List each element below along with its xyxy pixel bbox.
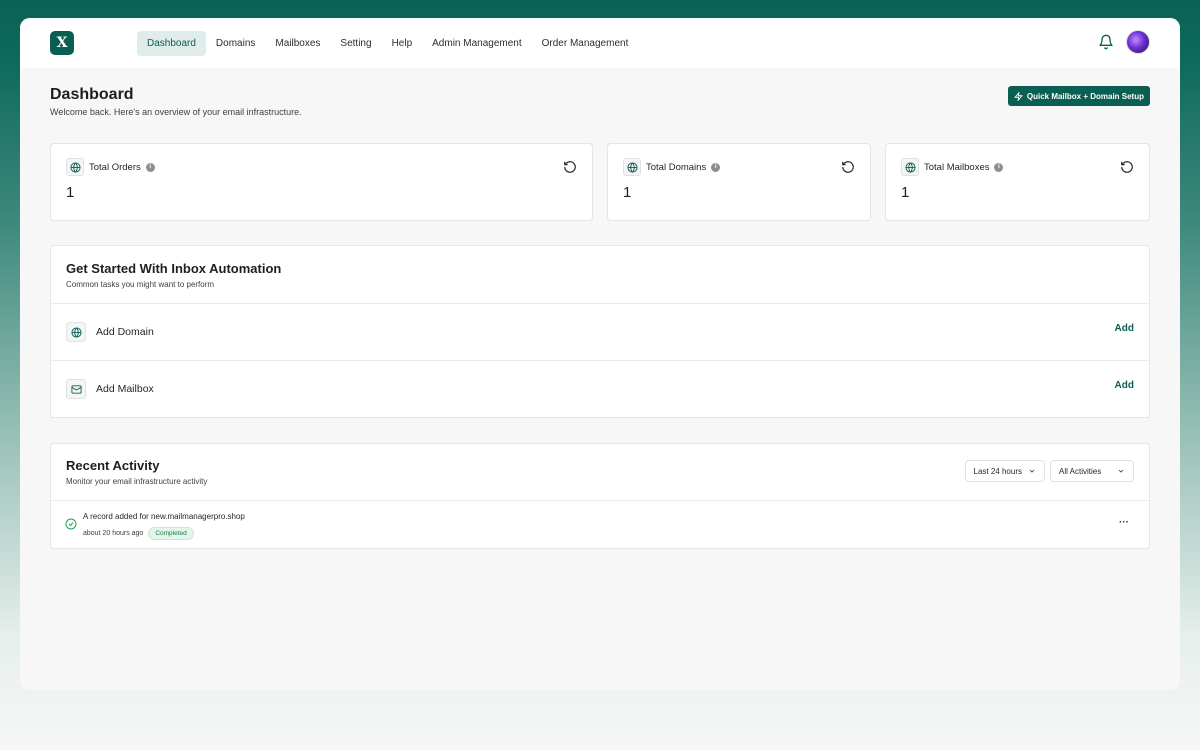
- page-header: Dashboard Welcome back. Here's an overvi…: [50, 86, 1150, 117]
- stat-value: 1: [901, 184, 910, 201]
- get-started-subtitle: Common tasks you might want to perform: [66, 280, 215, 289]
- globe-icon: [623, 158, 641, 176]
- topbar-actions: [1098, 30, 1150, 54]
- activity-type-select[interactable]: All Activities: [1050, 460, 1134, 482]
- recent-activity-title: Recent Activity: [66, 458, 160, 473]
- activity-time: about 20 hours ago: [83, 530, 144, 537]
- task-label: Add Domain: [96, 326, 154, 338]
- stats-row: Total Orders i 1 Total Domains i 1 Total…: [50, 143, 1150, 221]
- check-circle-icon: [65, 518, 77, 530]
- nav-domains[interactable]: Domains: [206, 31, 265, 56]
- time-filter-select[interactable]: Last 24 hours: [964, 460, 1045, 482]
- more-options-icon[interactable]: ···: [1119, 517, 1129, 528]
- get-started-panel: Get Started With Inbox Automation Common…: [50, 245, 1150, 418]
- stat-value: 1: [66, 184, 75, 201]
- stat-value: 1: [623, 184, 632, 201]
- info-icon[interactable]: i: [994, 162, 1004, 172]
- refresh-icon[interactable]: [1120, 160, 1134, 174]
- chevron-down-icon: [1118, 469, 1124, 473]
- status-badge: Completed: [148, 527, 194, 540]
- info-icon[interactable]: i: [711, 162, 721, 172]
- time-filter-value: Last 24 hours: [973, 466, 1022, 476]
- stat-label: Total Mailboxes: [924, 161, 990, 173]
- user-avatar[interactable]: [1126, 30, 1150, 54]
- nav-setting[interactable]: Setting: [330, 31, 381, 56]
- nav-dashboard[interactable]: Dashboard: [137, 30, 206, 56]
- stat-card-mailboxes: Total Mailboxes i 1: [885, 143, 1150, 221]
- app-window: X Dashboard Domains Mailboxes Setting He…: [20, 18, 1180, 690]
- task-row-add-domain[interactable]: Add Domain Add: [51, 303, 1149, 360]
- bell-icon[interactable]: [1098, 34, 1114, 50]
- get-started-title: Get Started With Inbox Automation: [66, 261, 282, 276]
- globe-icon: [66, 322, 86, 342]
- add-domain-button[interactable]: Add: [1115, 323, 1134, 334]
- quick-setup-button[interactable]: Quick Mailbox + Domain Setup: [1007, 86, 1150, 106]
- globe-icon: [901, 158, 919, 176]
- activity-text: A record added for new.mailmanagerpro.sh…: [83, 512, 245, 521]
- brand-logo[interactable]: X: [50, 31, 74, 55]
- add-mailbox-button[interactable]: Add: [1115, 380, 1134, 391]
- chevron-down-icon: [1029, 469, 1035, 473]
- stat-label: Total Orders: [89, 161, 141, 173]
- nav-help[interactable]: Help: [382, 31, 423, 56]
- refresh-icon[interactable]: [841, 160, 855, 174]
- activity-meta: about 20 hours ago Completed: [83, 527, 194, 540]
- refresh-icon[interactable]: [563, 160, 577, 174]
- lightning-icon: [1013, 91, 1023, 101]
- recent-activity-panel: Recent Activity Monitor your email infra…: [50, 443, 1150, 549]
- nav-admin-management[interactable]: Admin Management: [422, 31, 532, 56]
- mail-icon: [66, 379, 86, 399]
- stat-card-domains: Total Domains i 1: [607, 143, 871, 221]
- activity-item[interactable]: A record added for new.mailmanagerpro.sh…: [51, 500, 1149, 548]
- task-row-add-mailbox[interactable]: Add Mailbox Add: [51, 360, 1149, 417]
- nav-order-management[interactable]: Order Management: [532, 31, 639, 56]
- recent-activity-subtitle: Monitor your email infrastructure activi…: [66, 477, 208, 486]
- nav-mailboxes[interactable]: Mailboxes: [265, 31, 330, 56]
- stat-card-orders: Total Orders i 1: [50, 143, 593, 221]
- main-nav: Dashboard Domains Mailboxes Setting Help…: [137, 30, 639, 56]
- activity-type-value: All Activities: [1059, 466, 1102, 476]
- page-title: Dashboard: [50, 86, 134, 103]
- task-label: Add Mailbox: [96, 383, 154, 395]
- stat-label: Total Domains: [646, 161, 707, 173]
- top-navbar: X Dashboard Domains Mailboxes Setting He…: [20, 18, 1180, 68]
- page-subtitle: Welcome back. Here's an overview of your…: [50, 107, 302, 117]
- quick-setup-label: Quick Mailbox + Domain Setup: [1026, 91, 1144, 101]
- info-icon[interactable]: i: [145, 162, 155, 172]
- globe-icon: [66, 158, 84, 176]
